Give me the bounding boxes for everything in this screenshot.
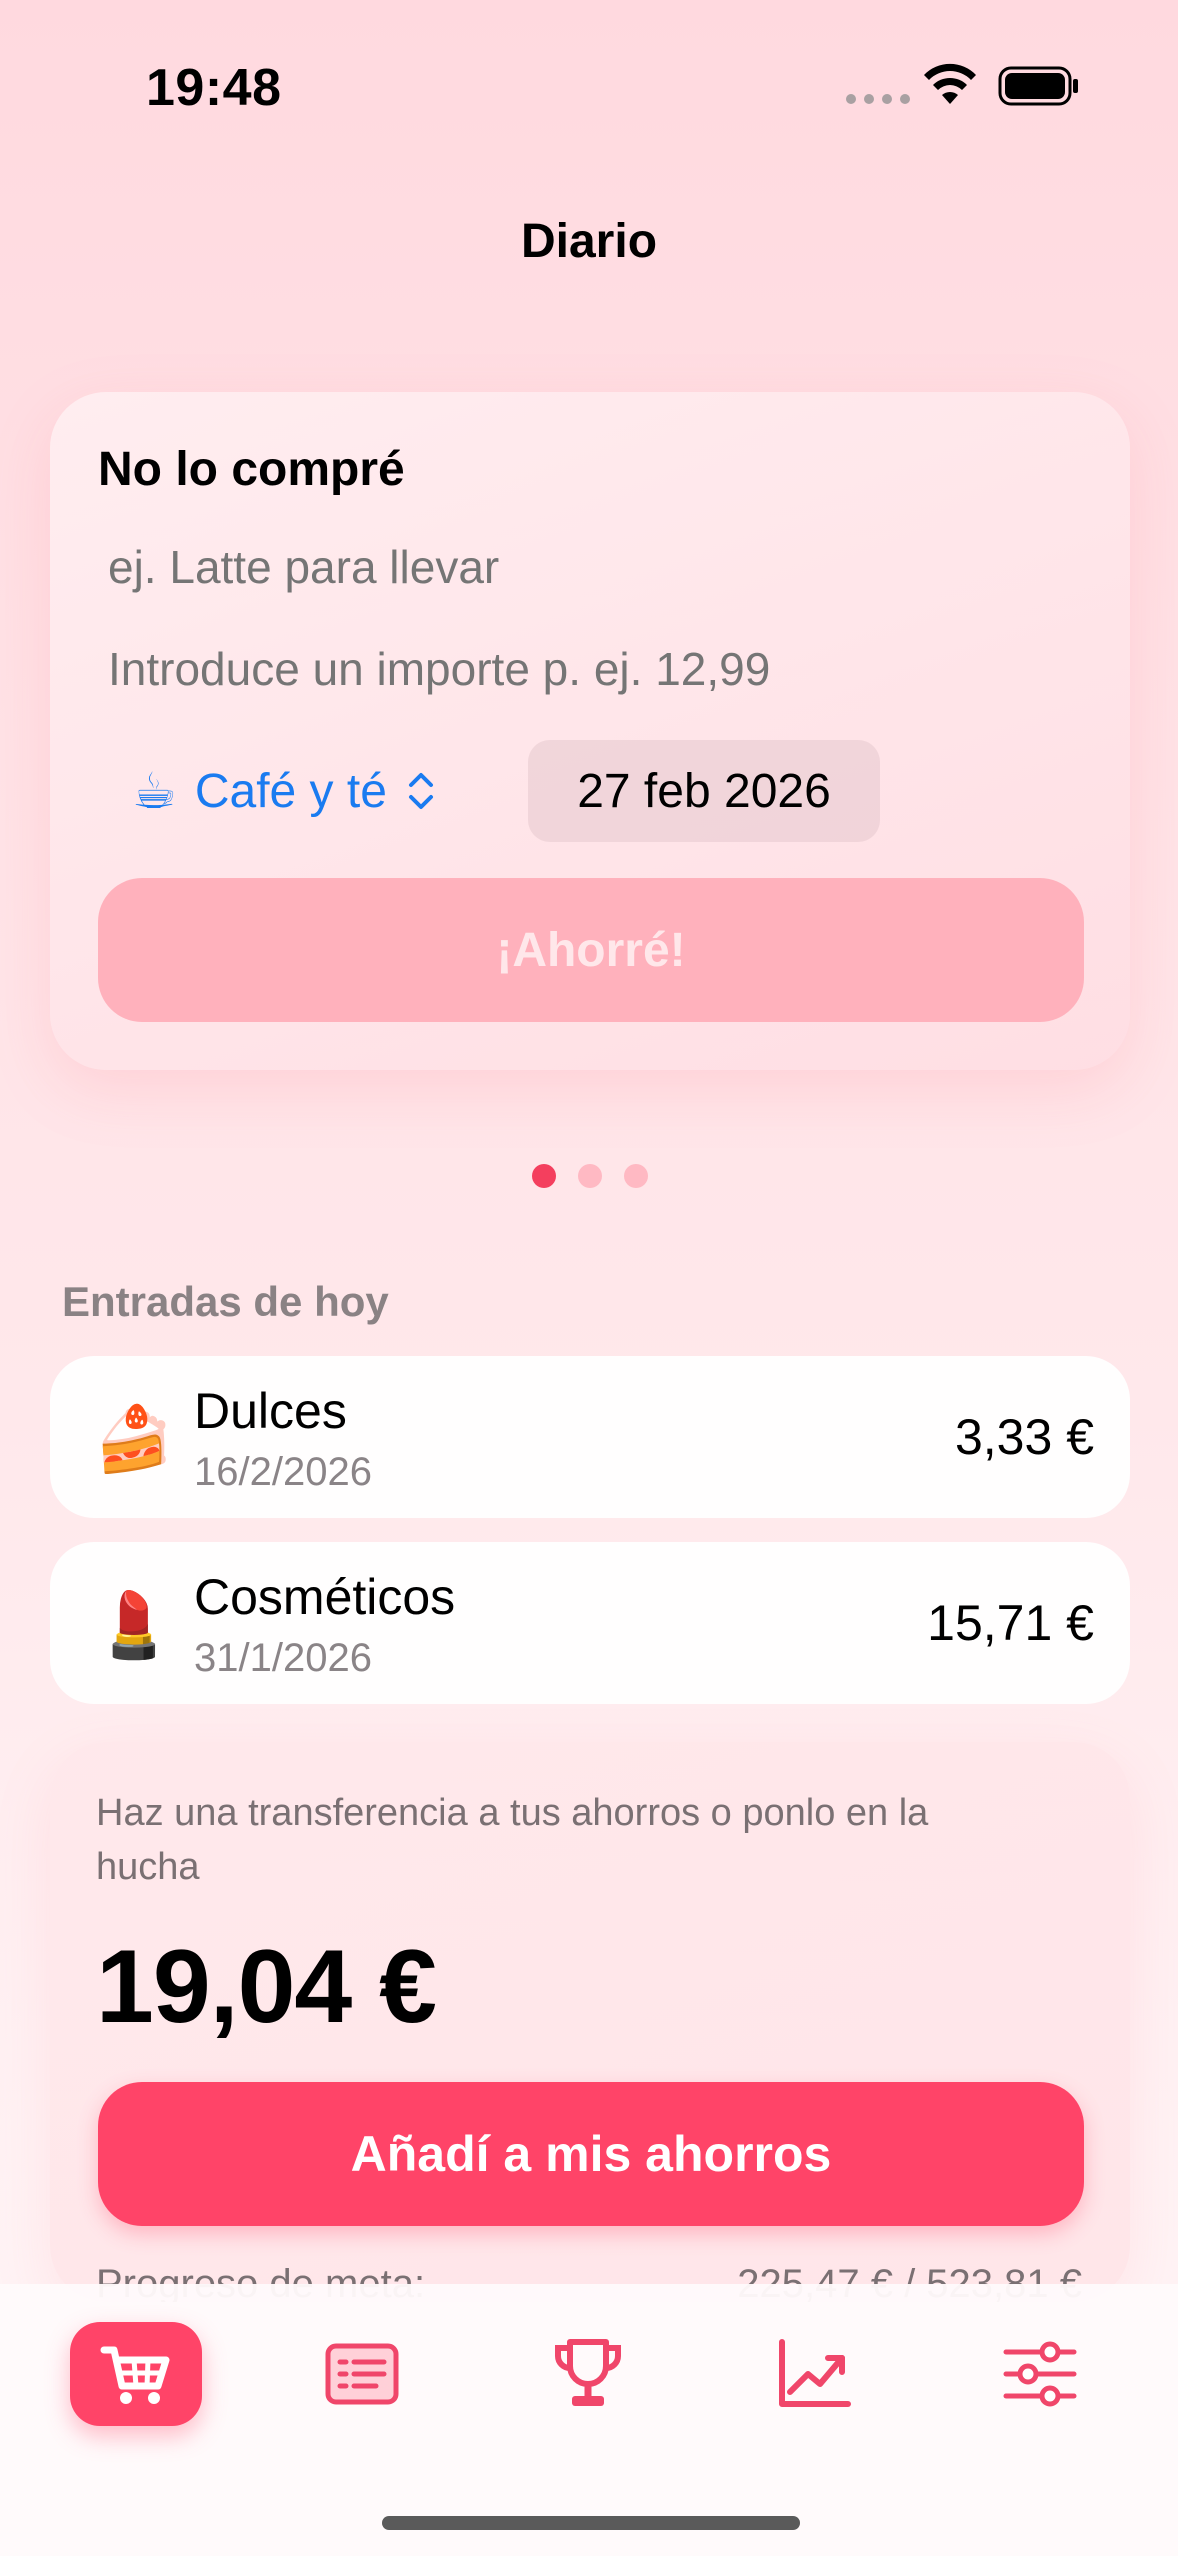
page-dot[interactable] <box>532 1164 556 1188</box>
card-title: No lo compré <box>98 443 405 496</box>
status-time: 19:48 <box>146 59 282 117</box>
entry-date: 16/2/2026 <box>194 1450 372 1494</box>
section-header-today: Entradas de hoy <box>62 1278 389 1325</box>
coffee-icon: ☕ <box>132 763 177 819</box>
date-picker[interactable]: 27 feb 2026 <box>528 740 880 842</box>
chart-icon <box>779 2339 851 2407</box>
status-bar: 19:48 <box>0 0 1178 170</box>
wifi-icon <box>924 63 976 104</box>
chevron-up-down-icon <box>408 773 433 809</box>
category-picker[interactable]: ☕ Café y té <box>132 756 437 826</box>
entry-name: Cosméticos <box>194 1569 456 1625</box>
amount-input[interactable] <box>108 642 1068 696</box>
cart-icon <box>100 2346 170 2404</box>
entry-date: 31/1/2026 <box>194 1636 372 1680</box>
saved-button[interactable]: ¡Ahorré! <box>98 878 1084 1022</box>
cellular-signal-icon <box>846 94 910 104</box>
summary-instruction: Haz una transferencia a tus ahorros o po… <box>96 1792 929 1888</box>
entry-name: Dulces <box>194 1383 347 1439</box>
page-title: Diario <box>520 215 658 268</box>
sliders-icon <box>1003 2341 1077 2407</box>
lipstick-icon: 💄 <box>94 1589 174 1661</box>
list-item[interactable]: 🍰 Dulces 16/2/2026 3,33 € <box>50 1356 1130 1518</box>
entry-amount: 15,71 € <box>927 1595 1094 1651</box>
not-bought-card: No lo compré ☕ Café y té 27 feb 2026 ¡Ah… <box>50 392 1130 1070</box>
page-dot[interactable] <box>624 1164 648 1188</box>
tab-goals[interactable] <box>522 2322 654 2426</box>
home-indicator[interactable] <box>382 2516 800 2530</box>
tab-list[interactable] <box>296 2322 428 2426</box>
battery-icon <box>998 66 1078 106</box>
cake-icon: 🍰 <box>94 1403 174 1475</box>
add-to-savings-button[interactable]: Añadí a mis ahorros <box>98 2082 1084 2226</box>
savings-summary-card: Haz una transferencia a tus ahorros o po… <box>50 1742 1130 2302</box>
item-name-input[interactable] <box>108 540 1008 594</box>
trophy-icon <box>555 2339 621 2406</box>
entry-amount: 3,33 € <box>954 1409 1094 1465</box>
tab-diary[interactable] <box>70 2322 202 2426</box>
category-label: Café y té <box>194 764 387 818</box>
summary-total: 19,04 € <box>96 1929 437 2045</box>
list-icon <box>325 2343 399 2405</box>
page-dot[interactable] <box>578 1164 602 1188</box>
tab-settings[interactable] <box>974 2322 1106 2426</box>
tab-stats[interactable] <box>748 2322 880 2426</box>
list-item[interactable]: 💄 Cosméticos 31/1/2026 15,71 € <box>50 1542 1130 1704</box>
page-indicator[interactable] <box>532 1164 648 1188</box>
